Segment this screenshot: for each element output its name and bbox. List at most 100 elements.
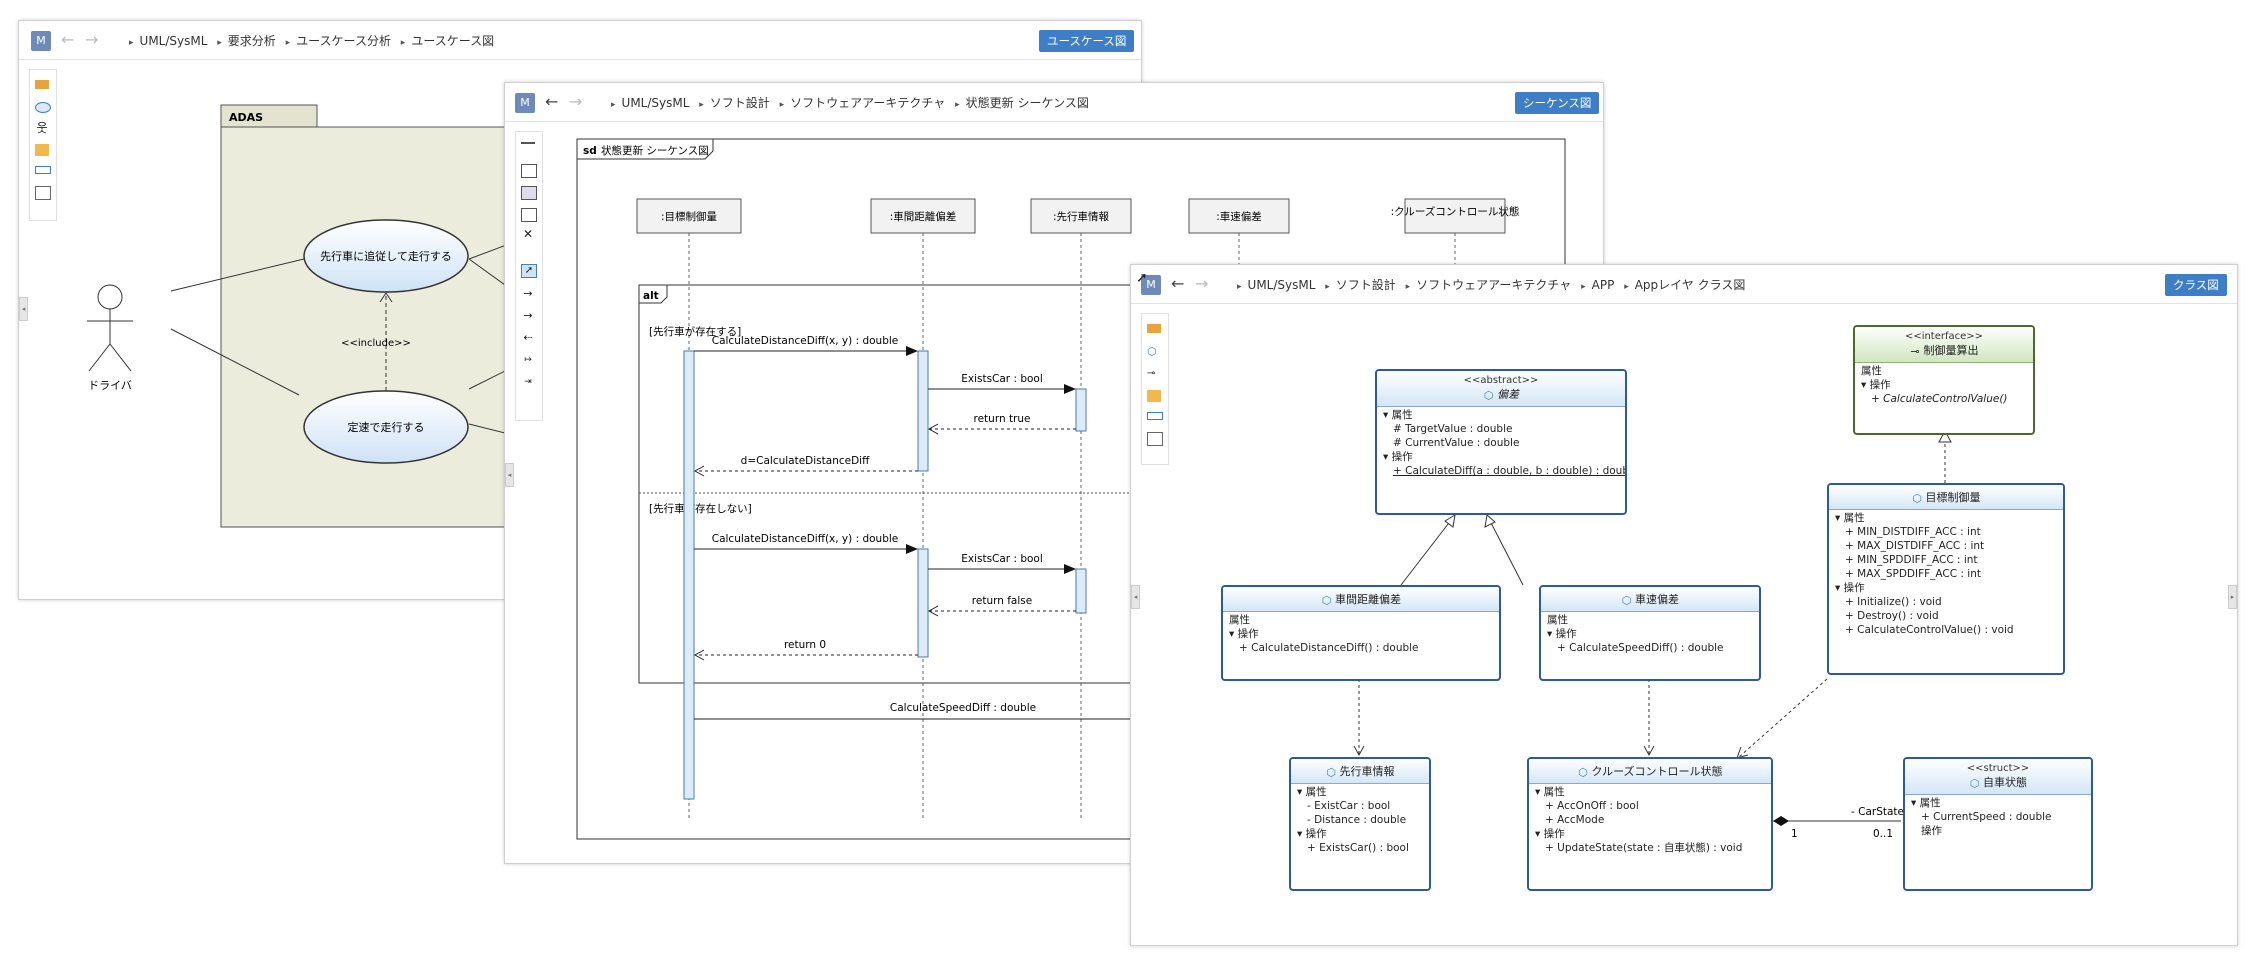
actor-label: ドライバ xyxy=(88,379,132,392)
operations-section-label[interactable]: ▾ 操作 xyxy=(1547,627,1753,641)
breadcrumb-item[interactable]: ユースケース分析 xyxy=(296,34,391,48)
sd-frame-title: 状態更新 シーケンス図 xyxy=(601,144,709,157)
attributes-section-label[interactable]: 属性 xyxy=(1547,613,1753,627)
operation-row[interactable]: + CalculateDistanceDiff() : double xyxy=(1229,641,1493,655)
class-own-car-state[interactable]: <<struct>> ⬡ 自車状態 ▾ 属性 + CurrentSpeed : d… xyxy=(1903,757,2093,891)
include-label: <<include>> xyxy=(341,338,411,349)
class-deviation[interactable]: <<abstract>> ⬡ 偏差 ▾ 属性 # TargetValue : do… xyxy=(1375,369,1627,515)
attributes-section-label[interactable]: ▾ 属性 xyxy=(1383,408,1619,422)
attributes-section-label[interactable]: 属性 xyxy=(1229,613,1493,627)
multiplicity-right: 0..1 xyxy=(1873,828,1893,840)
operations-section-label[interactable]: ▾ 操作 xyxy=(1835,581,2057,595)
attributes-section-label[interactable]: ▾ 属性 xyxy=(1835,511,2057,525)
message-label: CalculateDistanceDiff(x, y) : double xyxy=(712,335,898,347)
back-arrow-icon[interactable]: ← xyxy=(545,92,558,111)
class-speed-deviation[interactable]: ⬡ 車速偏差 属性 ▾ 操作 + CalculateSpeedDiff() : d… xyxy=(1539,585,1761,681)
usecase-label: 先行車に追従して走行する xyxy=(320,249,452,263)
model-menu-button[interactable]: M xyxy=(31,31,51,51)
operation-row[interactable]: + CalculateDiff(a : double, b : double) … xyxy=(1383,464,1625,478)
class-stereotype: <<interface>> xyxy=(1904,331,1984,342)
operations-section-label[interactable]: ▾ 操作 xyxy=(1229,627,1493,641)
lifeline-head[interactable]: :車速偏差 xyxy=(1188,198,1290,234)
class-distance-deviation[interactable]: ⬡ 車間距離偏差 属性 ▾ 操作 + CalculateDistanceDiff(… xyxy=(1221,585,1501,681)
attribute-row[interactable]: + AccMode xyxy=(1535,813,1765,827)
attribute-row[interactable]: + MIN_DISTDIFF_ACC : int xyxy=(1835,525,2057,539)
breadcrumb-item[interactable]: UML/SysML xyxy=(622,96,690,110)
lifeline-head[interactable]: :目標制御量 xyxy=(636,198,742,234)
attributes-section-label[interactable]: ▾ 属性 xyxy=(1535,785,1765,799)
message-arrowhead xyxy=(906,346,918,356)
lifeline-head[interactable]: :先行車情報 xyxy=(1030,198,1132,234)
operation-row[interactable]: + CalculateSpeedDiff() : double xyxy=(1547,641,1753,655)
class-icon: ⬡ xyxy=(1578,766,1588,779)
attribute-row[interactable]: + MIN_SPDDIFF_ACC : int xyxy=(1835,553,2057,567)
attribute-row[interactable]: + CurrentSpeed : double xyxy=(1911,810,2085,824)
message-arrowhead xyxy=(1064,384,1076,394)
breadcrumb-item[interactable]: 要求分析 xyxy=(228,34,276,48)
attributes-section-label[interactable]: ▾ 属性 xyxy=(1911,796,2085,810)
activation-bar[interactable] xyxy=(683,350,695,800)
breadcrumb-item[interactable]: ソフトウェアアーキテクチャ xyxy=(790,96,945,110)
class-icon: ⬡ xyxy=(1912,492,1922,505)
operation-row[interactable]: + UpdateState(state : 自車状態) : void xyxy=(1535,841,1765,855)
class-name: 車間距離偏差 xyxy=(1335,593,1401,606)
operation-row[interactable]: + ExistsCar() : bool xyxy=(1297,841,1423,855)
sequence-toolbar: M ← → ▸ UML/SysML ▸ ソフト設計 ▸ ソフトウェアアーキテクチャ ▸… xyxy=(505,83,1603,122)
operation-row[interactable]: + Destroy() : void xyxy=(1835,609,2057,623)
forward-arrow-icon[interactable]: → xyxy=(569,92,582,111)
activation-bar[interactable] xyxy=(1075,568,1087,614)
operations-section-label[interactable]: 操作 xyxy=(1911,824,2085,838)
operation-row[interactable]: + Initialize() : void xyxy=(1835,595,2057,609)
class-icon: ⬡ xyxy=(1326,766,1336,779)
attribute-row[interactable]: + MAX_SPDDIFF_ACC : int xyxy=(1835,567,2057,581)
generalization-line[interactable] xyxy=(1400,514,1456,586)
attribute-row[interactable]: + MAX_DISTDIFF_ACC : int xyxy=(1835,539,2057,553)
breadcrumb-item[interactable]: UML/SysML xyxy=(140,34,208,48)
attributes-section-label[interactable]: 属性 xyxy=(1861,364,2027,378)
class-lead-car-info[interactable]: ⬡ 先行車情報 ▾ 属性 - ExistCar : bool - Distance… xyxy=(1289,757,1431,891)
operation-row[interactable]: + CalculateControlValue() xyxy=(1861,392,2027,406)
generalization-arrowhead xyxy=(1484,514,1496,528)
attribute-row[interactable]: # CurrentValue : double xyxy=(1383,436,1619,450)
mouse-cursor-icon: ➚ xyxy=(1136,270,1148,286)
actor-figure[interactable] xyxy=(87,284,133,372)
attribute-row[interactable]: - Distance : double xyxy=(1297,813,1423,827)
interface-icon: ⊸ xyxy=(1910,345,1920,358)
operations-section-label[interactable]: ▾ 操作 xyxy=(1297,827,1423,841)
diagram-type-button[interactable]: シーケンス図 xyxy=(1515,92,1600,114)
message-label: CalculateSpeedDiff : double xyxy=(890,702,1036,714)
message-label: return 0 xyxy=(784,639,826,651)
attribute-row[interactable]: + AccOnOff : bool xyxy=(1535,799,1765,813)
alt-label: alt xyxy=(643,290,659,302)
class-target-control[interactable]: ⬡ 目標制御量 ▾ 属性 + MIN_DISTDIFF_ACC : int + M… xyxy=(1827,483,2065,675)
breadcrumb-item[interactable]: ソフト設計 xyxy=(710,96,770,110)
diagram-type-button[interactable]: ユースケース図 xyxy=(1039,30,1135,52)
attribute-row[interactable]: # TargetValue : double xyxy=(1383,422,1619,436)
class-name: 先行車情報 xyxy=(1339,765,1395,778)
operations-section-label[interactable]: ▾ 操作 xyxy=(1383,450,1619,464)
class-cruise-control-state[interactable]: ⬡ クルーズコントロール状態 ▾ 属性 + AccOnOff : bool + A… xyxy=(1527,757,1773,891)
forward-arrow-icon[interactable]: → xyxy=(85,30,98,49)
activation-bar[interactable] xyxy=(1075,388,1087,432)
breadcrumb-item[interactable]: ユースケース図 xyxy=(411,34,494,48)
breadcrumb-item[interactable]: 状態更新 シーケンス図 xyxy=(966,96,1089,110)
lifeline-label: :目標制御量 xyxy=(661,210,718,223)
back-arrow-icon[interactable]: ← xyxy=(61,30,74,49)
operations-section-label[interactable]: ▾ 操作 xyxy=(1535,827,1765,841)
attributes-section-label[interactable]: ▾ 属性 xyxy=(1297,785,1423,799)
operations-section-label[interactable]: ▾ 操作 xyxy=(1861,378,2027,392)
message-label: ExistsCar : bool xyxy=(961,373,1043,385)
interface-control-value[interactable]: <<interface>> ⊸ 制御量算出 属性 ▾ 操作 + Calculate… xyxy=(1853,325,2035,435)
dependency-line[interactable] xyxy=(1738,678,1828,758)
activation-bar[interactable] xyxy=(917,548,929,658)
attribute-row[interactable]: - ExistCar : bool xyxy=(1297,799,1423,813)
lifeline-head[interactable]: :クルーズコントロール状態 xyxy=(1391,198,1520,234)
operation-row[interactable]: + CalculateControlValue() : void xyxy=(1835,623,2057,637)
breadcrumb: ▸ UML/SysML ▸ ソフト設計 ▸ ソフトウェアアーキテクチャ ▸ 状態更新 シ… xyxy=(611,96,1089,110)
package-label: ADAS xyxy=(229,111,263,124)
model-menu-button[interactable]: M xyxy=(515,93,535,113)
usecase-toolbar: M ← → ▸ UML/SysML ▸ 要求分析 ▸ ユースケース分析 ▸ ユースケース… xyxy=(19,21,1141,60)
activation-bar[interactable] xyxy=(917,350,929,472)
lifeline-head[interactable]: :車間距離偏差 xyxy=(870,198,976,234)
generalization-line[interactable] xyxy=(1486,514,1524,586)
